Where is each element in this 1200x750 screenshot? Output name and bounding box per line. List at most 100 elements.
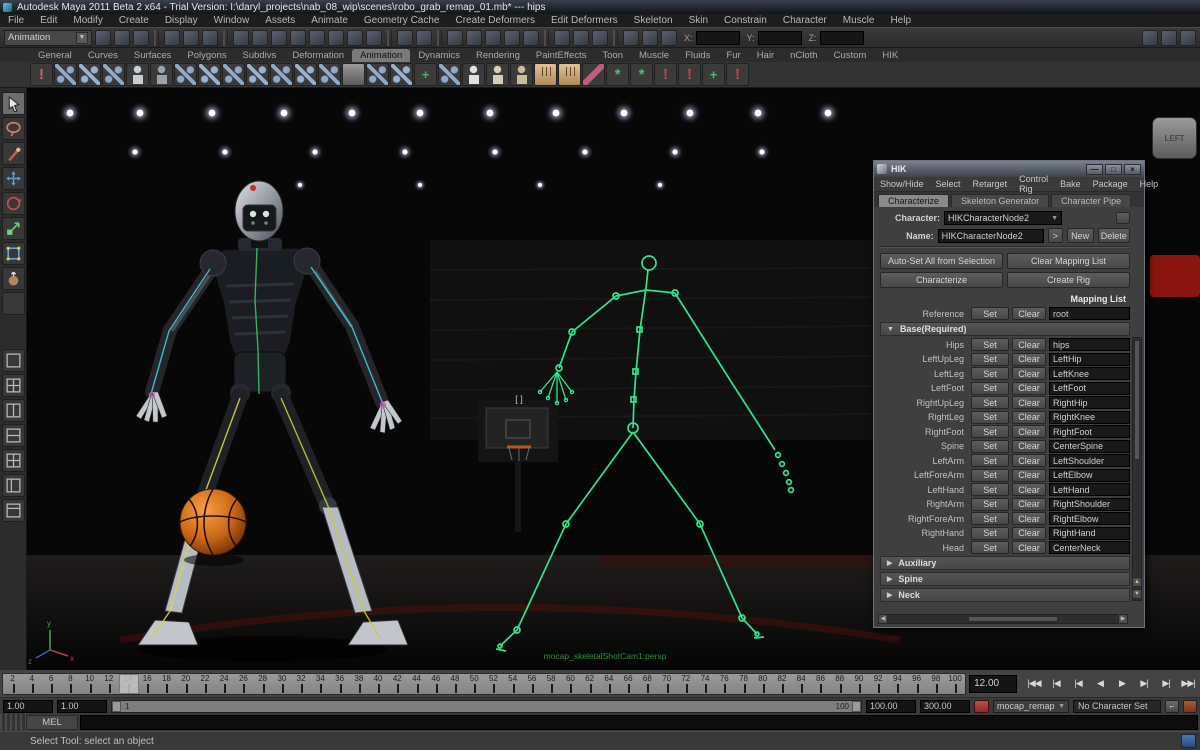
y-coord-input[interactable] [757,30,802,45]
menu-assets[interactable]: Assets [257,15,303,26]
shelf-tab-curves[interactable]: Curves [80,49,126,62]
shelf-tab-fur[interactable]: Fur [718,49,748,62]
two-pane-side-layout[interactable] [1,399,25,422]
soft-modification-tool[interactable] [1,267,25,290]
clear-button[interactable]: Clear [1012,439,1046,453]
shelf-icon-bone-14[interactable] [366,63,389,86]
set-button[interactable]: Set [971,526,1009,540]
character-set-dropdown[interactable]: No Character Set [1073,699,1161,713]
mapping-value-field[interactable]: root [1049,307,1130,320]
shelf-tab-painteffects[interactable]: PaintEffects [528,49,595,62]
set-button[interactable]: Set [971,439,1009,453]
shelf-icon-person-4[interactable] [126,63,149,86]
mel-input[interactable] [80,715,1198,730]
shelf-icon-person-20[interactable] [510,63,533,86]
go-to-start-button[interactable]: |◀◀ [1024,675,1044,693]
mel-label[interactable]: MEL [26,715,78,730]
shelf-tab-polygons[interactable]: Polygons [179,49,234,62]
clear-button[interactable]: Clear [1012,454,1046,467]
shelf-icon-axis-28[interactable]: + [702,63,725,86]
menu-create[interactable]: Create [111,15,157,26]
clear-button[interactable]: Clear [1012,367,1046,380]
clear-button[interactable]: Clear [1012,468,1046,482]
menu-file[interactable]: File [0,15,32,26]
clear-button[interactable]: Clear [1012,483,1046,496]
universal-manipulator-tool[interactable] [1,242,25,265]
scale-tool[interactable] [1,217,25,240]
mapping-value-field[interactable]: RightHip [1049,396,1130,409]
auto-keyframe-toggle[interactable] [974,699,989,713]
hik-menu-select[interactable]: Select [930,179,967,189]
shelf-tab-dynamics[interactable]: Dynamics [410,49,468,62]
minimize-button[interactable]: — [1086,163,1103,175]
snap-point-icon[interactable] [485,29,501,46]
mapping-value-field[interactable]: CenterNeck [1049,541,1130,554]
highlight-selection-icon[interactable] [416,29,432,46]
play-forwards-button[interactable]: ▶ [1112,675,1132,693]
x-coord-input[interactable] [695,30,740,45]
set-button[interactable]: Set [971,396,1009,409]
menu-skeleton[interactable]: Skeleton [626,15,681,26]
hik-tab-characterize[interactable]: Characterize [878,194,950,207]
mask-misc-icon[interactable] [366,29,382,46]
shelf-icon-hand-21[interactable] [534,63,557,86]
mapping-value-field[interactable]: RightShoulder [1049,497,1130,511]
set-button[interactable]: Set [971,541,1009,554]
hik-create-rig-button[interactable]: Create Rig [1007,272,1130,288]
playback-end-field[interactable]: 100.00 [866,699,916,713]
menu-modify[interactable]: Modify [65,15,110,26]
menu-help[interactable]: Help [882,15,919,26]
shelf-icon-bone-7[interactable] [198,63,221,86]
set-button[interactable]: Set [971,352,1009,366]
set-button[interactable]: Set [971,381,1009,395]
menu-set-dropdown[interactable]: Animation ▼ [4,29,92,46]
animation-start-field[interactable]: 1.00 [3,699,53,713]
section-spine[interactable]: ▶ Spine [880,572,1130,586]
mask-joints-icon[interactable] [252,29,268,46]
shelf-tab-fluids[interactable]: Fluids [677,49,718,62]
select-hierarchy-icon[interactable] [164,29,180,46]
z-coord-input[interactable] [819,30,864,45]
hik-characterize-button[interactable]: Characterize [880,272,1003,288]
menu-constrain[interactable]: Constrain [716,15,775,26]
shelf-tab-rendering[interactable]: Rendering [468,49,528,62]
clear-button[interactable]: Clear [1012,497,1046,511]
shelf-tab-general[interactable]: General [30,49,80,62]
clear-button[interactable]: Clear [1012,512,1046,525]
outliner-persp-layout[interactable] [1,474,25,497]
expand-name-button[interactable]: > [1048,228,1063,243]
shelf-icon-bone-1[interactable] [54,63,77,86]
ipr-render-icon[interactable] [642,29,658,46]
shelf-icon-bone-2[interactable] [78,63,101,86]
shelf-icon-bang-0[interactable]: ! [30,63,53,86]
new-scene-icon[interactable] [95,29,111,46]
render-current-frame-icon[interactable] [623,29,639,46]
menu-animate[interactable]: Animate [303,15,356,26]
open-scene-icon[interactable] [114,29,130,46]
render-settings-icon[interactable] [661,29,677,46]
shelf-tab-ncloth[interactable]: nCloth [782,49,825,62]
shelf-icon-bone-17[interactable] [438,63,461,86]
mapping-value-field[interactable]: hips [1049,338,1130,351]
set-button[interactable]: Set [971,367,1009,380]
set-button[interactable]: Set [971,425,1009,438]
mask-rendering-icon[interactable] [347,29,363,46]
collapse-button[interactable] [1116,212,1130,224]
three-pane-split-layout[interactable] [1,449,25,472]
snap-plane-icon[interactable] [504,29,520,46]
mapping-value-field[interactable]: LeftHand [1049,483,1130,496]
mask-curves-icon[interactable] [271,29,287,46]
hik-window[interactable]: HIK — □ × Show/Hide Select Retarget Control… [873,160,1158,628]
section-auxiliary[interactable]: ▶ Auxiliary [880,556,1130,570]
shelf-tab-surfaces[interactable]: Surfaces [126,49,180,62]
scroll-up-button[interactable]: ▲ [1132,577,1142,587]
hik-menu-retarget[interactable]: Retarget [967,179,1014,189]
set-button[interactable]: Set [971,468,1009,482]
close-button[interactable]: × [1124,163,1141,175]
left-view-button[interactable]: LEFT [1152,117,1197,159]
step-back-key-button[interactable]: |◀ [1068,675,1088,693]
delete-button[interactable]: Delete [1097,228,1130,243]
scroll-right-button[interactable]: ▶ [1118,614,1128,624]
mapping-value-field[interactable]: LeftKnee [1049,367,1130,380]
clear-button[interactable]: Clear [1012,396,1046,409]
